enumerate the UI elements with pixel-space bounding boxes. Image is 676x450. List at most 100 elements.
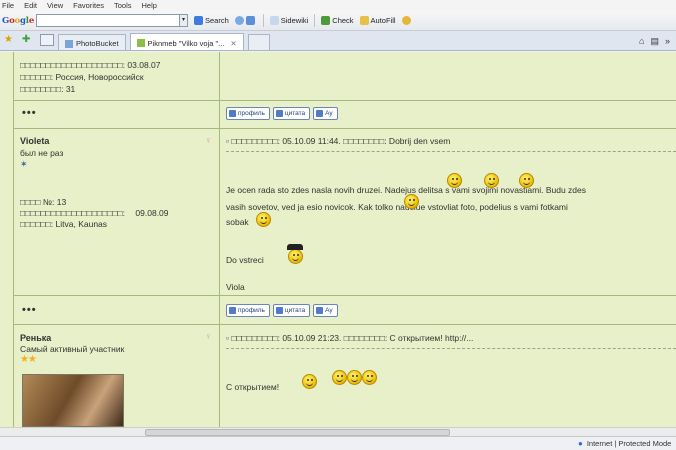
quick-tabs-icon[interactable] bbox=[40, 34, 54, 46]
quote-button[interactable]: цитата bbox=[272, 107, 311, 120]
post-count: □□□□ №: 13 bbox=[20, 197, 67, 207]
smiley-icon bbox=[256, 212, 271, 227]
check-button[interactable]: Check bbox=[321, 16, 354, 25]
horizontal-scrollbar[interactable] bbox=[0, 427, 676, 436]
smiley-icon bbox=[404, 194, 419, 209]
post-divider bbox=[226, 151, 676, 152]
security-zone[interactable]: Internet | Protected Mode bbox=[587, 439, 672, 448]
menu-help[interactable]: Help bbox=[142, 1, 157, 10]
post-icon: ▫ bbox=[226, 136, 230, 146]
avatar bbox=[22, 374, 124, 427]
globe-icon: ● bbox=[578, 439, 583, 448]
autofill-icon bbox=[359, 16, 369, 25]
location-line: □□□□□□: Litva, Kaunas bbox=[20, 219, 108, 229]
search-icon bbox=[194, 16, 203, 25]
command-bar: ⌂ ▤ » bbox=[639, 36, 676, 47]
smiley-icon bbox=[447, 173, 462, 188]
tab-label: Piknmeb "Vilko voja "... bbox=[147, 38, 225, 48]
google-toolbar: Google ▾ Search Sidewiki Check AutoFill bbox=[0, 11, 676, 31]
ay-button[interactable]: Ау bbox=[313, 107, 338, 120]
close-tab-icon[interactable]: ✕ bbox=[230, 39, 236, 48]
post-buttons: профиль цитата Ау bbox=[226, 107, 338, 120]
registered-line: □□□□□□□□□□□□□□□□□□□□: 03.08.07 bbox=[20, 60, 161, 70]
ay-icon bbox=[316, 110, 324, 117]
new-tab-button[interactable] bbox=[247, 34, 270, 50]
quote-button[interactable]: цитата bbox=[272, 304, 311, 317]
rank-stars-icon: ★★ bbox=[20, 354, 37, 365]
settings-button[interactable] bbox=[401, 16, 413, 25]
menu-view[interactable]: View bbox=[47, 1, 63, 10]
smiley-icon bbox=[332, 370, 347, 385]
rank-star-icon: ✶ bbox=[20, 159, 28, 169]
toolbar-separator bbox=[262, 14, 264, 27]
search-label: Search bbox=[205, 16, 229, 25]
page-menu-icon[interactable]: ▤ bbox=[650, 36, 659, 47]
post-greeting: Do vstreci bbox=[226, 255, 264, 265]
bookmark-icon bbox=[245, 16, 255, 25]
tab-label: PhotoBucket bbox=[76, 39, 119, 48]
add-favorite-icon[interactable]: ✚ bbox=[22, 34, 34, 46]
menu-edit[interactable]: Edit bbox=[24, 1, 37, 10]
sidewiki-label: Sidewiki bbox=[280, 16, 309, 25]
google-search-input[interactable] bbox=[36, 14, 180, 27]
post-buttons: профиль цитата Ау bbox=[226, 304, 338, 317]
smiley-icon bbox=[362, 370, 377, 385]
post-header: ▫ □□□□□□□□□: 05.10.09 11:44. □□□□□□□□: D… bbox=[226, 136, 451, 146]
tab-forum[interactable]: Piknmeb "Vilko voja "... ✕ bbox=[129, 33, 244, 50]
autofill-button[interactable]: AutoFill bbox=[359, 16, 396, 25]
post-header: ▫ □□□□□□□□□: 05.10.09 21:23. □□□□□□□□: С… bbox=[226, 333, 474, 343]
action-row-left bbox=[14, 296, 220, 324]
profile-button[interactable]: профиль bbox=[226, 304, 270, 317]
tools-menu-icon[interactable]: » bbox=[665, 36, 670, 47]
scrollbar-thumb[interactable] bbox=[145, 429, 450, 436]
search-dropdown-button[interactable]: ▾ bbox=[180, 14, 188, 27]
search-button[interactable]: Search bbox=[194, 16, 229, 25]
action-row-left bbox=[14, 101, 220, 129]
home-icon[interactable]: ⌂ bbox=[639, 36, 644, 47]
forum-icon bbox=[136, 39, 145, 47]
share-button[interactable] bbox=[234, 16, 257, 25]
female-icon: ♀ bbox=[205, 135, 212, 145]
globe-icon bbox=[234, 16, 244, 25]
menu-file[interactable]: File bbox=[2, 1, 14, 10]
checkmark-icon bbox=[321, 16, 331, 25]
ay-button[interactable]: Ау bbox=[313, 304, 338, 317]
female-icon: ♀ bbox=[205, 331, 212, 341]
profile-button[interactable]: профиль bbox=[226, 107, 270, 120]
forum-page: □□□□□□□□□□□□□□□□□□□□: 03.08.07 □□□□□□: Р… bbox=[0, 52, 676, 427]
forum-table: □□□□□□□□□□□□□□□□□□□□: 03.08.07 □□□□□□: Р… bbox=[13, 52, 676, 427]
menu-favorites[interactable]: Favorites bbox=[73, 1, 104, 10]
author-name[interactable]: Violeta bbox=[20, 136, 49, 146]
cowboy-smiley-icon bbox=[288, 249, 303, 264]
photobucket-icon bbox=[65, 39, 73, 48]
smiley-icon bbox=[519, 173, 534, 188]
sidewiki-button[interactable]: Sidewiki bbox=[269, 16, 309, 25]
check-label: Check bbox=[332, 16, 354, 25]
author-rank: Самый активный участник bbox=[20, 344, 125, 354]
post-author-column: Violeta был не раз ✶ ♀ □□□□ №: 13 □□□□□□… bbox=[14, 129, 220, 295]
quote-icon bbox=[275, 307, 283, 314]
profile-icon bbox=[229, 307, 236, 314]
author-name[interactable]: Ренька bbox=[20, 333, 51, 343]
registered-line: □□□□□□□□□□□□□□□□□□□□: 09.08.09 bbox=[20, 208, 169, 218]
tab-row: ★ ✚ PhotoBucket Piknmeb "Vilko voja "...… bbox=[0, 31, 676, 51]
post-body-line: Je ocen rada sto zdes nasla novih druzei… bbox=[226, 185, 587, 195]
ay-icon bbox=[316, 307, 324, 314]
menu-tools[interactable]: Tools bbox=[114, 1, 132, 10]
tab-photobucket[interactable]: PhotoBucket bbox=[58, 34, 126, 50]
post-body-line: sobak bbox=[226, 217, 249, 227]
profile-icon bbox=[229, 110, 236, 117]
menu-bar: File Edit View Favorites Tools Help bbox=[0, 0, 676, 11]
toolbar-separator bbox=[314, 14, 316, 27]
post-author-column: □□□□□□□□□□□□□□□□□□□□: 03.08.07 □□□□□□: Р… bbox=[14, 52, 220, 100]
post-icon: ▫ bbox=[226, 333, 230, 343]
quote-icon bbox=[275, 110, 283, 117]
post-body: С открытием! bbox=[226, 382, 280, 392]
smiley-icon bbox=[484, 173, 499, 188]
hat-icon bbox=[287, 244, 303, 250]
author-rank: был не раз bbox=[20, 148, 64, 158]
location-line: □□□□□□: Россия, Новороссийск bbox=[20, 72, 144, 82]
favorites-star-icon[interactable]: ★ bbox=[4, 34, 16, 46]
smiley-icon bbox=[302, 374, 317, 389]
sidewiki-icon bbox=[269, 16, 279, 25]
